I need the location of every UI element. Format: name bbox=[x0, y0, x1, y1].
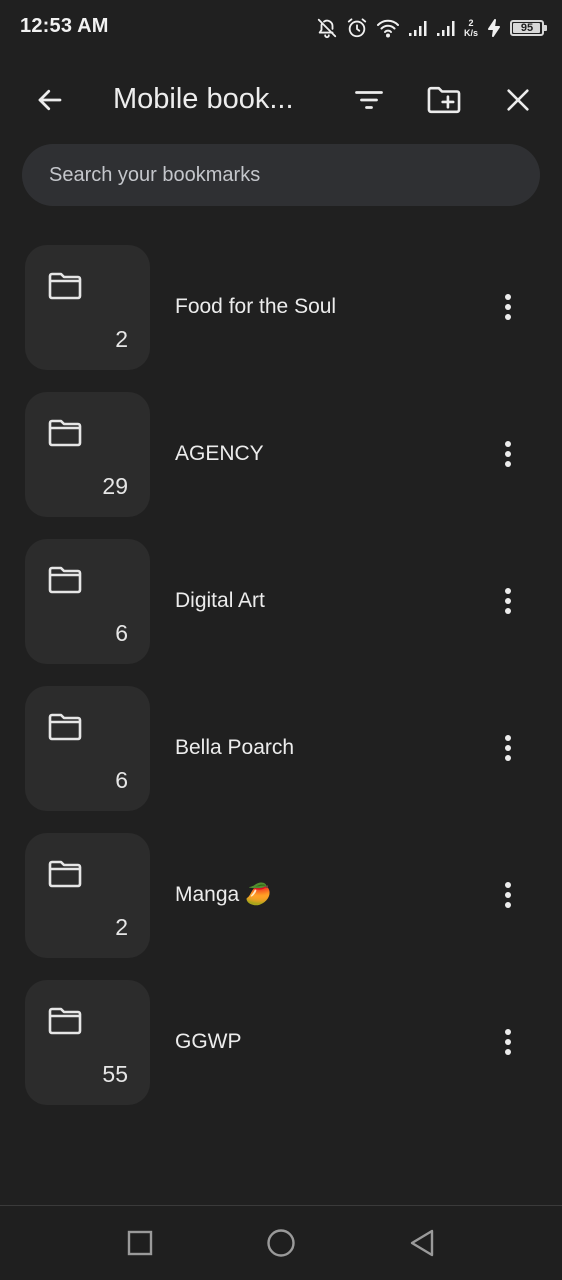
more-options-button[interactable] bbox=[486, 1020, 530, 1064]
home-button[interactable] bbox=[256, 1218, 306, 1268]
bell-off-icon bbox=[316, 17, 338, 39]
search-box[interactable] bbox=[22, 143, 540, 207]
folder-title[interactable]: Bella Poarch bbox=[175, 736, 294, 760]
bookmark-folder-row[interactable]: 29 AGENCY bbox=[0, 392, 562, 517]
more-vert-icon bbox=[505, 588, 511, 614]
folder-icon bbox=[48, 419, 82, 447]
folder-icon bbox=[48, 1007, 82, 1035]
recents-button[interactable] bbox=[115, 1218, 165, 1268]
network-speed: 2 K/s bbox=[464, 18, 478, 38]
more-options-button[interactable] bbox=[486, 285, 530, 329]
sort-button[interactable] bbox=[345, 76, 393, 124]
bookmark-folder-row[interactable]: 2 Manga 🥭 bbox=[0, 833, 562, 958]
bookmarks-screen: 12:53 AM 2 K/s 95 Mobile book... Search … bbox=[0, 0, 562, 1280]
more-options-button[interactable] bbox=[486, 432, 530, 476]
folder-item-count: 2 bbox=[115, 326, 128, 352]
network-speed-value: 2 bbox=[468, 18, 474, 28]
folder-item-count: 6 bbox=[115, 620, 128, 646]
bookmark-folder-row[interactable]: 6 Bella Poarch bbox=[0, 686, 562, 811]
folder-item-count: 55 bbox=[102, 1061, 128, 1087]
more-options-button[interactable] bbox=[486, 726, 530, 770]
bookmark-folder-row[interactable]: 55 GGWP bbox=[0, 980, 562, 1105]
bookmark-list: 2 Food for the Soul 29 AGENCY 6 Digital … bbox=[0, 245, 562, 1127]
search-input[interactable] bbox=[47, 143, 540, 207]
sort-icon bbox=[355, 91, 383, 109]
bookmark-folder-row[interactable]: 2 Food for the Soul bbox=[0, 245, 562, 370]
battery-indicator: 95 bbox=[510, 20, 547, 36]
toolbar: Mobile book... bbox=[0, 64, 562, 136]
arrow-back-icon bbox=[38, 89, 62, 111]
folder-title[interactable]: AGENCY bbox=[175, 442, 264, 466]
folder-tile[interactable]: 6 bbox=[25, 686, 150, 811]
back-button[interactable] bbox=[26, 76, 74, 124]
more-options-button[interactable] bbox=[486, 579, 530, 623]
folder-title[interactable]: GGWP bbox=[175, 1030, 242, 1054]
page-title: Mobile book... bbox=[113, 83, 294, 115]
folder-item-count: 6 bbox=[115, 767, 128, 793]
wifi-icon bbox=[376, 18, 400, 38]
status-bar: 12:53 AM 2 K/s 95 bbox=[0, 0, 562, 56]
more-vert-icon bbox=[505, 882, 511, 908]
folder-title[interactable]: Manga 🥭 bbox=[175, 883, 271, 907]
back-icon bbox=[410, 1229, 434, 1257]
charging-icon bbox=[486, 19, 502, 37]
folder-tile[interactable]: 55 bbox=[25, 980, 150, 1105]
battery-level: 95 bbox=[520, 22, 534, 34]
more-vert-icon bbox=[505, 441, 511, 467]
status-time: 12:53 AM bbox=[20, 15, 109, 37]
nav-back-button[interactable] bbox=[397, 1218, 447, 1268]
folder-icon bbox=[48, 566, 82, 594]
folder-item-count: 2 bbox=[115, 914, 128, 940]
signal-icon bbox=[436, 19, 456, 37]
folder-icon bbox=[48, 713, 82, 741]
close-button[interactable] bbox=[494, 76, 542, 124]
folder-title[interactable]: Digital Art bbox=[175, 589, 265, 613]
home-icon bbox=[267, 1229, 295, 1257]
folder-title[interactable]: Food for the Soul bbox=[175, 295, 336, 319]
more-vert-icon bbox=[505, 1029, 511, 1055]
close-icon bbox=[507, 89, 529, 111]
bookmark-folder-row[interactable]: 6 Digital Art bbox=[0, 539, 562, 664]
new-folder-icon bbox=[427, 86, 461, 114]
folder-item-count: 29 bbox=[102, 473, 128, 499]
folder-icon bbox=[48, 860, 82, 888]
folder-tile[interactable]: 29 bbox=[25, 392, 150, 517]
network-speed-unit: K/s bbox=[463, 28, 478, 38]
folder-tile[interactable]: 6 bbox=[25, 539, 150, 664]
recents-icon bbox=[127, 1230, 153, 1256]
alarm-icon bbox=[346, 17, 368, 39]
status-icons: 2 K/s 95 bbox=[316, 14, 547, 42]
new-folder-button[interactable] bbox=[420, 76, 468, 124]
more-options-button[interactable] bbox=[486, 873, 530, 917]
folder-icon bbox=[48, 272, 82, 300]
folder-tile[interactable]: 2 bbox=[25, 245, 150, 370]
more-vert-icon bbox=[505, 294, 511, 320]
system-nav-bar bbox=[0, 1206, 562, 1280]
folder-tile[interactable]: 2 bbox=[25, 833, 150, 958]
more-vert-icon bbox=[505, 735, 511, 761]
signal-icon bbox=[408, 19, 428, 37]
